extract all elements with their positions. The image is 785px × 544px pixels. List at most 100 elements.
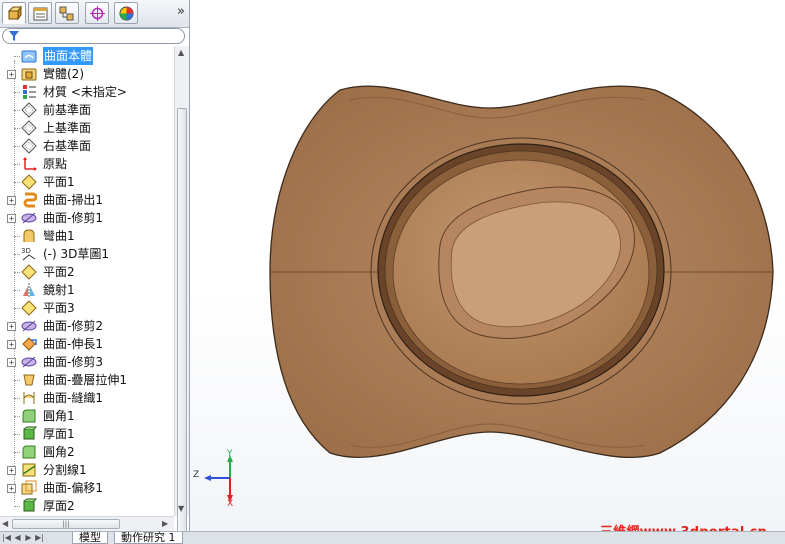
tree-item[interactable]: 圓角1 — [0, 407, 174, 425]
feature-manager-tab[interactable] — [2, 2, 26, 24]
feature-tree-icon — [7, 5, 22, 21]
tree-item[interactable]: 鏡射1 — [0, 281, 174, 299]
tree-item[interactable]: 厚面1 — [0, 425, 174, 443]
tree-item-label: 彎曲1 — [43, 229, 75, 243]
tree-item[interactable]: 前基準面 — [0, 101, 174, 119]
material-icon — [21, 84, 37, 100]
expand-toggle[interactable]: + — [7, 466, 16, 475]
tree-item-label: 分割線1 — [43, 463, 87, 477]
scroll-up-arrow[interactable]: ▲ — [178, 48, 184, 57]
tree-scroll-thumb[interactable] — [177, 108, 187, 542]
tree-hscroll-thumb[interactable]: ||| — [12, 519, 120, 529]
tree-item-label: 平面1 — [43, 175, 75, 189]
tab-motion-study[interactable]: 動作研究 1 — [114, 532, 183, 544]
surface-extend-icon — [21, 336, 37, 352]
tree-item-label: 平面3 — [43, 301, 75, 315]
tree-item[interactable]: 曲面-疊層拉伸1 — [0, 371, 174, 389]
manager-tab-bar: » — [0, 0, 189, 28]
tree-connector — [14, 182, 20, 183]
next-tab-arrow[interactable]: ▶ — [24, 532, 33, 543]
orientation-triad — [204, 455, 233, 502]
tree-connector — [14, 92, 20, 93]
more-tabs-button[interactable]: » — [177, 4, 185, 19]
tree-item[interactable]: 圓角2 — [0, 443, 174, 461]
tree-filter[interactable] — [2, 28, 185, 44]
scroll-left-arrow[interactable]: ◀ — [2, 519, 8, 528]
tree-item-label: 曲面-疊層拉伸1 — [43, 373, 127, 387]
tree-item[interactable]: 曲面-縫織1 — [0, 389, 174, 407]
expand-toggle[interactable]: + — [7, 70, 16, 79]
property-manager-tab[interactable] — [28, 2, 52, 24]
tree-connector — [14, 146, 20, 147]
tree-connector — [14, 164, 20, 165]
expand-toggle[interactable]: + — [7, 322, 16, 331]
3d-sketch-icon: 3D — [21, 246, 37, 262]
expand-toggle[interactable]: + — [7, 484, 16, 493]
expand-toggle[interactable]: + — [7, 196, 16, 205]
tree-item-label: 前基準面 — [43, 103, 92, 117]
tree-connector — [14, 308, 20, 309]
tree-item[interactable]: 材質 <未指定> — [0, 83, 174, 101]
tree-connector — [14, 272, 20, 273]
tree-item[interactable]: + 分割線1 — [0, 461, 174, 479]
tree-item[interactable]: 平面2 — [0, 263, 174, 281]
triad-z-label: Z — [193, 470, 200, 480]
surface-trim-icon — [21, 354, 37, 370]
tree-connector — [14, 290, 20, 291]
tree-item[interactable]: + 曲面-伸長1 — [0, 335, 174, 353]
tree-item[interactable]: + 曲面-修剪1 — [0, 209, 174, 227]
plane-feature-icon — [21, 264, 37, 280]
surface-bodies-folder-icon — [21, 48, 37, 64]
solid-bodies-folder-icon — [21, 66, 37, 82]
last-tab-arrow[interactable]: ▶| — [35, 532, 44, 543]
tree-item[interactable]: + 曲面-修剪2 — [0, 317, 174, 335]
tree-connector — [14, 506, 20, 507]
tree-item[interactable]: 上基準面 — [0, 119, 174, 137]
surface-offset-icon — [21, 480, 37, 496]
expand-toggle[interactable]: + — [7, 340, 16, 349]
tree-item-label: 右基準面 — [43, 139, 92, 153]
tree-connector — [14, 254, 20, 255]
tree-connector — [14, 416, 20, 417]
tree-item[interactable]: 平面1 — [0, 173, 174, 191]
tree-item[interactable]: 厚面2 — [0, 497, 174, 515]
mirror-icon — [21, 282, 37, 298]
thicken-icon — [21, 498, 38, 514]
origin-icon — [21, 156, 37, 172]
tree-item[interactable]: 曲面本體 — [0, 47, 174, 65]
tree-item[interactable]: 原點 — [0, 155, 174, 173]
graphics-viewport[interactable]: Y Z X — [190, 0, 785, 531]
tree-item-label: 圓角1 — [43, 409, 75, 423]
tree-item[interactable]: 平面3 — [0, 299, 174, 317]
tree-item[interactable]: 彎曲1 — [0, 227, 174, 245]
tree-connector — [14, 236, 20, 237]
tab-model[interactable]: 模型 — [72, 532, 108, 544]
tree-item[interactable]: + 曲面-掃出1 — [0, 191, 174, 209]
display-manager-tab[interactable] — [114, 2, 138, 24]
prev-tab-arrow[interactable]: ◀ — [13, 532, 22, 543]
expand-toggle[interactable]: + — [7, 358, 16, 367]
plane-feature-icon — [21, 174, 37, 190]
tree-item[interactable]: + 實體(2) — [0, 65, 174, 83]
plane-icon — [21, 102, 37, 118]
triad-y-label: Y — [227, 449, 233, 459]
surface-knit-icon — [21, 390, 37, 406]
display-manager-icon — [119, 6, 134, 21]
expand-toggle[interactable]: + — [7, 214, 16, 223]
scroll-down-arrow[interactable]: ▼ — [178, 504, 184, 513]
bottom-tab-bar: |◀ ◀ ▶ ▶| 模型 動作研究 1 — [0, 531, 785, 544]
tree-item[interactable]: + 曲面-修剪3 — [0, 353, 174, 371]
plane-icon — [21, 120, 37, 136]
tree-item[interactable]: 右基準面 — [0, 137, 174, 155]
tree-vertical-scrollbar[interactable]: ▲ ▼ — [174, 46, 189, 542]
tree-item-label: 原點 — [43, 157, 68, 171]
first-tab-arrow[interactable]: |◀ — [2, 532, 11, 543]
tree-item[interactable]: 3D (-) 3D草圖1 — [0, 245, 174, 263]
tree-item[interactable]: + 曲面-偏移1 — [0, 479, 174, 497]
tree-horizontal-scrollbar[interactable]: ◀ ||| ▶ — [0, 516, 174, 531]
surface-sweep-icon — [21, 192, 38, 208]
dimxpert-manager-tab[interactable] — [85, 2, 109, 24]
scroll-right-arrow[interactable]: ▶ — [162, 519, 168, 528]
surface-trim-icon — [21, 318, 37, 334]
configuration-manager-tab[interactable] — [55, 2, 79, 24]
